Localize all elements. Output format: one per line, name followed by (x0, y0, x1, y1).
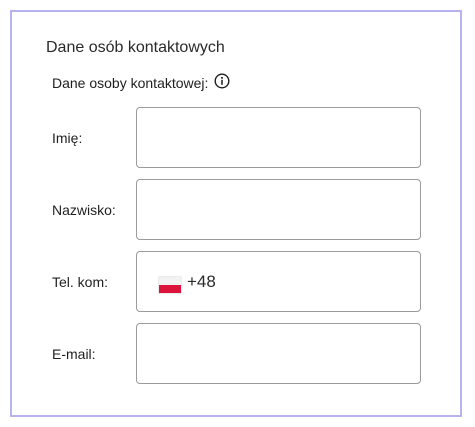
phone-prefix[interactable]: +48 (159, 252, 216, 311)
section-title: Dane osób kontaktowych (46, 39, 225, 56)
email-label: E-mail: (52, 346, 96, 362)
first-name-label: Imię: (52, 130, 83, 146)
dial-code: +48 (187, 271, 216, 291)
first-name-field[interactable] (136, 107, 421, 168)
last-name-field[interactable] (136, 179, 421, 240)
poland-flag-icon (159, 276, 181, 293)
subtitle-row: Dane osoby kontaktowej: (52, 73, 230, 91)
subtitle: Dane osoby kontaktowej: (52, 75, 209, 91)
phone-label: Tel. kom: (52, 274, 109, 290)
phone-field[interactable]: +48 (136, 251, 421, 312)
email-field[interactable] (136, 323, 421, 384)
contact-persons-panel: Dane osób kontaktowych Dane osoby kontak… (10, 10, 462, 417)
info-icon[interactable] (214, 73, 230, 89)
last-name-label: Nazwisko: (52, 202, 116, 218)
